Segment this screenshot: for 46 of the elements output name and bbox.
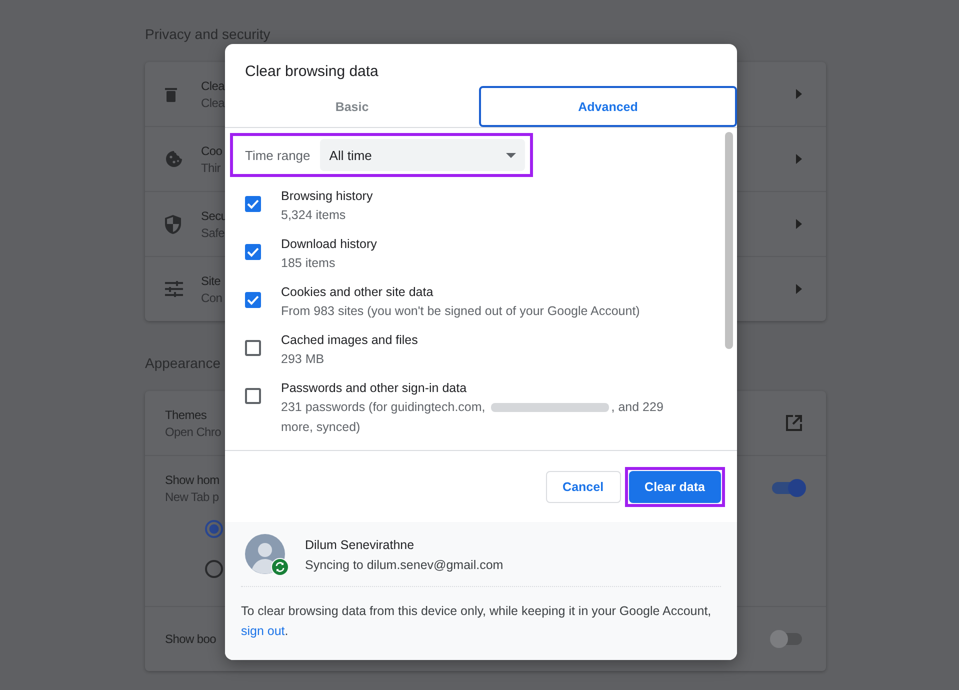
- setting-title: Coo: [201, 144, 222, 158]
- item-label: Passwords and other sign-in data: [281, 380, 468, 397]
- checkbox[interactable]: [245, 388, 261, 404]
- checkbox[interactable]: [245, 340, 261, 356]
- trash-icon: [165, 86, 177, 102]
- external-link-icon[interactable]: [786, 415, 802, 431]
- item-label: Browsing history: [281, 188, 374, 205]
- item-label: Cookies and other site data: [281, 284, 434, 301]
- checkbox[interactable]: [245, 196, 261, 212]
- item-label: Cached images and files: [281, 332, 419, 349]
- cancel-button[interactable]: Cancel: [546, 470, 621, 502]
- arrow-icon[interactable]: [796, 89, 802, 99]
- arrow-icon[interactable]: [796, 284, 802, 294]
- tab[interactable]: Advanced: [479, 86, 737, 127]
- toggle-switch[interactable]: [772, 633, 802, 645]
- item-detail: 231 passwords (for guidingtech.com, , and 229 more, synced): [281, 399, 664, 436]
- setting-title: Site: [201, 274, 220, 288]
- item-detail: 5,324 items: [281, 207, 347, 224]
- arrow-icon[interactable]: [796, 219, 802, 229]
- time-range-select[interactable]: All time: [320, 139, 525, 171]
- setting-title: Clea: [201, 78, 224, 92]
- clear-data-button[interactable]: Clear data: [628, 470, 721, 502]
- scrollbar-thumb[interactable]: [725, 132, 733, 349]
- item-label: Download history: [281, 236, 378, 253]
- sync-icon: [271, 558, 289, 576]
- setting-title: Show hom: [165, 472, 220, 486]
- caret-icon: [506, 152, 516, 158]
- sliders-icon: [165, 281, 183, 297]
- cookie-icon: [165, 150, 183, 168]
- shield-icon: [165, 214, 181, 234]
- checkbox[interactable]: [245, 292, 261, 308]
- time-range-label: Time range: [245, 148, 310, 162]
- dialog-title: Clear browsing data: [244, 62, 380, 82]
- item-detail: From 983 sites (you won't be signed out of your Google Account): [281, 303, 641, 320]
- sign-out-note: To clear browsing data from this device only, while keeping it in your Google Account, sign out.: [241, 603, 712, 640]
- setting-title: Themes: [165, 408, 207, 422]
- sync-status: Syncing to dilum.senev@gmail.com: [305, 558, 504, 572]
- radio-button[interactable]: [205, 560, 223, 578]
- sign-out-link[interactable]: sign out: [241, 624, 285, 638]
- account-name: Dilum Senevirathne: [305, 538, 416, 552]
- radio-button[interactable]: [205, 520, 223, 538]
- checkbox[interactable]: [245, 244, 261, 260]
- item-detail: 185 items: [281, 255, 336, 272]
- arrow-icon[interactable]: [796, 154, 802, 164]
- item-detail: 293 MB: [281, 351, 326, 368]
- setting-title: Show boo: [165, 632, 216, 646]
